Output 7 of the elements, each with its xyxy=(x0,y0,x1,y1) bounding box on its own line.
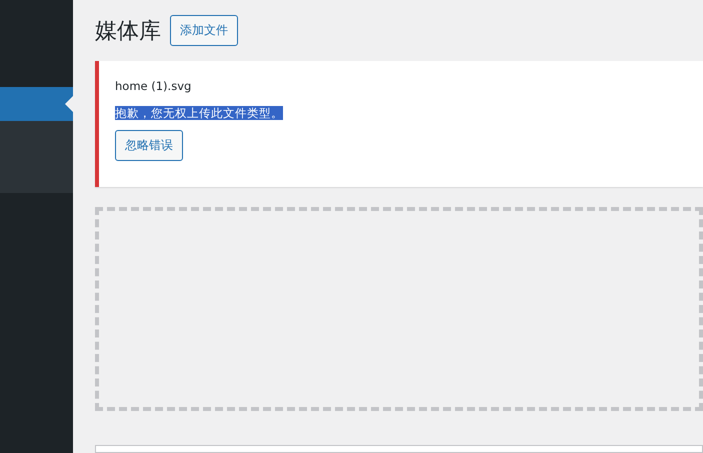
dismiss-button[interactable]: 忽略错误 xyxy=(115,130,183,161)
file-name: home (1).svg xyxy=(115,79,192,93)
add-file-button[interactable]: 添加文件 xyxy=(170,15,238,46)
page-title: 媒体库 xyxy=(95,18,161,46)
sidebar-item[interactable] xyxy=(0,87,73,121)
error-message: 抱歉，您无权上传此文件类型。 xyxy=(115,106,283,120)
upload-drop-zone[interactable] xyxy=(95,207,703,411)
